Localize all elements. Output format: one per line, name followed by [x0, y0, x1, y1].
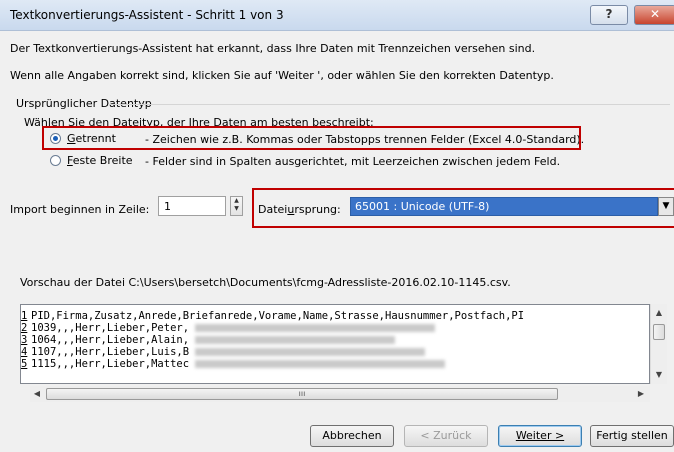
redacted-block	[195, 360, 446, 368]
intro-text-2: Wenn alle Angaben korrekt sind, klicken …	[10, 69, 554, 82]
text-import-wizard-dialog: Textkonvertierungs-Assistent - Schritt 1…	[0, 0, 674, 452]
preview-row: 3 1064,,,Herr,Lieber,Alain,	[21, 334, 649, 346]
cancel-button[interactable]: Abbrechen	[310, 425, 394, 447]
preview-row: 4 1107,,,Herr,Lieber,Luis,B	[21, 346, 649, 358]
spin-up-icon[interactable]: ▲	[231, 197, 242, 205]
start-row-spinner[interactable]: ▲ ▼	[230, 196, 243, 216]
next-button[interactable]: Weiter >	[498, 425, 582, 447]
start-row-label: Import beginnen in Zeile:	[10, 203, 150, 216]
preview-horizontal-scrollbar[interactable]: ◀ ııı ▶	[30, 386, 650, 402]
intro-text-1: Der Textkonvertierungs-Assistent hat erk…	[10, 42, 536, 55]
preview-row: 1 PID,Firma,Zusatz,Anrede,Briefanrede,Vor…	[21, 310, 525, 322]
back-button[interactable]: < Zurück	[404, 425, 488, 447]
help-button[interactable]: ?	[590, 5, 628, 25]
scroll-right-icon[interactable]: ▶	[634, 386, 648, 402]
highlight-box-origin	[252, 188, 674, 228]
preview-vertical-scrollbar[interactable]: ▲ ▼	[650, 304, 667, 384]
scroll-left-icon[interactable]: ◀	[30, 386, 44, 402]
finish-button[interactable]: Fertig stellen	[590, 425, 674, 447]
preview-label: Vorschau der Datei C:\Users\bersetch\Doc…	[20, 276, 511, 289]
scroll-down-icon[interactable]: ▼	[651, 368, 667, 382]
close-button[interactable]: ✕	[634, 5, 674, 25]
radio-fixed-width-button[interactable]	[50, 155, 61, 166]
radio-fixed-width-label: Feste Breite	[67, 154, 133, 167]
preview-row: 2 1039,,,Herr,Lieber,Peter,	[21, 322, 649, 334]
vertical-scroll-thumb[interactable]	[653, 324, 665, 340]
scroll-up-icon[interactable]: ▲	[651, 306, 667, 320]
radio-fixed-width[interactable]: Feste Breite	[50, 154, 133, 167]
preview-row: 5 1115,,,Herr,Lieber,Mattec	[21, 358, 649, 370]
horizontal-scroll-thumb[interactable]: ııı	[46, 388, 558, 400]
highlight-box-delimited	[42, 126, 581, 150]
spin-down-icon[interactable]: ▼	[231, 205, 242, 213]
start-row-input[interactable]: 1	[158, 196, 226, 216]
title-bar[interactable]: Textkonvertierungs-Assistent - Schritt 1…	[0, 0, 674, 31]
redacted-block	[195, 336, 396, 344]
preview-area[interactable]: 1 PID,Firma,Zusatz,Anrede,Briefanrede,Vor…	[20, 304, 650, 384]
group-divider	[108, 104, 670, 105]
window-title: Textkonvertierungs-Assistent - Schritt 1…	[10, 8, 284, 22]
fixed-width-description: - Felder sind in Spalten ausgerichtet, m…	[145, 155, 561, 168]
redacted-block	[195, 324, 436, 332]
redacted-block	[195, 348, 426, 356]
